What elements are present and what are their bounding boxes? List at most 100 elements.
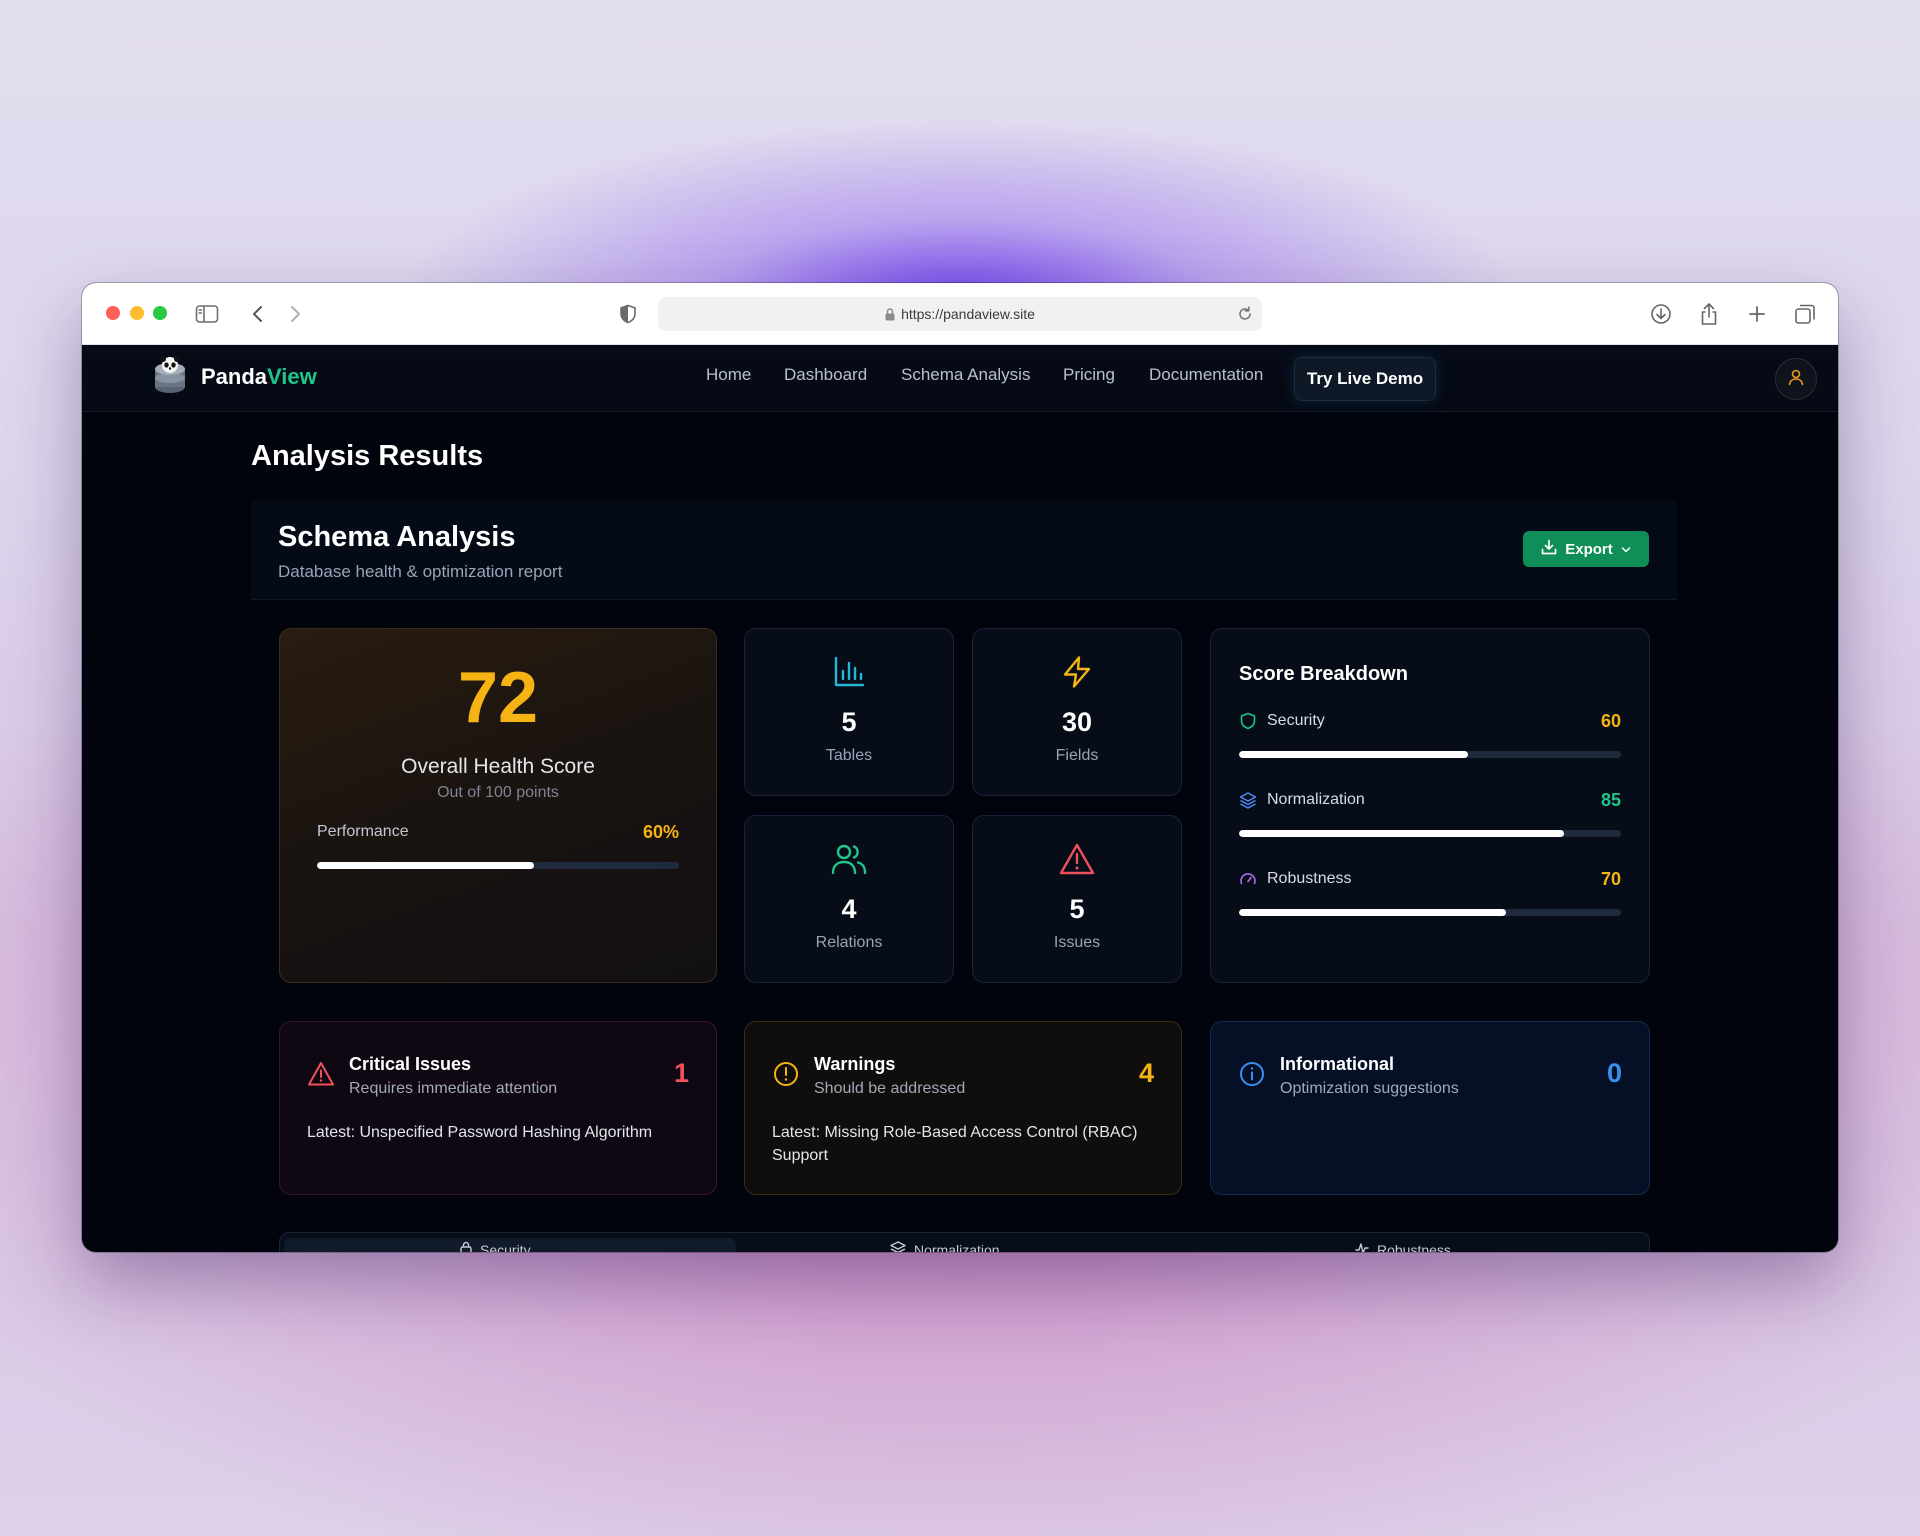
brand-name[interactable]: PandaView <box>201 364 317 390</box>
health-score-card: 72 Overall Health Score Out of 100 point… <box>279 628 717 983</box>
critical-issues-count: 1 <box>673 1058 689 1088</box>
warnings-latest-issue: Latest: Missing Role-Based Access Contro… <box>772 1124 1138 1164</box>
tab-security-label: Security <box>480 1241 531 1253</box>
fields-count: 30 <box>1061 707 1093 737</box>
stat-card-relations: 4 Relations <box>744 815 954 983</box>
tab-security[interactable]: Security <box>460 1241 531 1252</box>
normalization-score: 85 <box>1600 790 1621 810</box>
robustness-bar-fill <box>1239 909 1507 916</box>
normalization-label: Normalization <box>1267 791 1365 808</box>
page-title: Analysis Results <box>251 440 484 472</box>
normalization-bar <box>1239 830 1621 837</box>
downloads-icon[interactable] <box>1648 301 1674 327</box>
performance-bar <box>317 862 679 869</box>
warnings-card[interactable]: Warnings Should be addressed 4 Latest: M… <box>744 1021 1182 1195</box>
robustness-bar <box>1239 909 1621 916</box>
tables-label: Tables <box>825 747 873 764</box>
informational-subtitle: Optimization suggestions <box>1280 1080 1459 1097</box>
critical-issues-card[interactable]: Critical Issues Requires immediate atten… <box>279 1021 717 1195</box>
brand-part-view: View <box>267 364 317 389</box>
fields-label: Fields <box>1055 747 1099 764</box>
nav-link-schema-analysis[interactable]: Schema Analysis <box>901 365 1030 385</box>
schema-analysis-header: Schema Analysis Database health & optimi… <box>251 501 1677 600</box>
nav-link-pricing[interactable]: Pricing <box>1063 365 1115 385</box>
nav-link-dashboard[interactable]: Dashboard <box>784 365 867 385</box>
critical-latest-issue: Latest: Unspecified Password Hashing Alg… <box>307 1124 653 1141</box>
stat-card-issues: 5 Issues <box>972 815 1182 983</box>
lock-icon <box>885 299 895 333</box>
security-score: 60 <box>1600 711 1621 731</box>
layers-icon <box>890 1241 906 1252</box>
nav-link-home[interactable]: Home <box>706 365 751 385</box>
browser-window: https://pandaview.site PandaView Home Da… <box>82 283 1838 1252</box>
critical-issues-subtitle: Requires immediate attention <box>349 1080 558 1097</box>
chevron-down-icon <box>1621 541 1631 558</box>
privacy-shield-icon[interactable] <box>615 301 641 327</box>
informational-title: Informational <box>1280 1054 1395 1074</box>
sidebar-toggle-icon[interactable] <box>194 301 220 327</box>
lock-icon <box>460 1241 472 1252</box>
alert-circle-icon <box>772 1060 800 1088</box>
url-text: https://pandaview.site <box>658 297 1262 333</box>
brand-part-panda: Panda <box>201 364 268 389</box>
robustness-score: 70 <box>1600 869 1621 889</box>
score-breakdown-title: Score Breakdown <box>1239 663 1408 685</box>
user-icon <box>1787 368 1805 391</box>
info-circle-icon <box>1238 1060 1266 1088</box>
top-navbar: PandaView Home Dashboard Schema Analysis… <box>82 345 1838 412</box>
reload-icon[interactable] <box>1236 305 1254 328</box>
forward-arrow-icon[interactable] <box>282 301 308 327</box>
informational-count: 0 <box>1606 1058 1622 1088</box>
warnings-subtitle: Should be addressed <box>814 1080 966 1097</box>
schema-analysis-title: Schema Analysis <box>278 521 516 553</box>
tab-robustness[interactable]: Robustness <box>1355 1241 1451 1252</box>
browser-toolbar: https://pandaview.site <box>82 283 1838 345</box>
score-breakdown-card: Score Breakdown Security 60 Normalizatio… <box>1210 628 1650 983</box>
tab-robustness-label: Robustness <box>1377 1241 1451 1253</box>
tables-count: 5 <box>841 707 857 737</box>
nav-link-documentation[interactable]: Documentation <box>1149 365 1263 385</box>
normalization-bar-fill <box>1239 830 1564 837</box>
health-score-subtitle: Out of 100 points <box>437 784 559 801</box>
health-score-label: Overall Health Score <box>401 755 595 778</box>
issues-count: 5 <box>1069 894 1085 924</box>
user-account-button[interactable] <box>1775 358 1817 400</box>
tab-normalization[interactable]: Normalization <box>890 1241 1000 1252</box>
informational-card[interactable]: Informational Optimization suggestions 0 <box>1210 1021 1650 1195</box>
export-button[interactable]: Export <box>1523 531 1649 567</box>
alert-triangle-icon <box>307 1060 335 1088</box>
app-viewport: PandaView Home Dashboard Schema Analysis… <box>82 345 1838 1252</box>
security-bar <box>1239 751 1621 758</box>
performance-value: 60% <box>642 822 679 842</box>
shield-icon <box>1239 712 1257 730</box>
panda-database-logo-icon <box>152 355 188 395</box>
address-bar[interactable]: https://pandaview.site <box>658 297 1262 331</box>
layers-icon <box>1239 791 1257 809</box>
security-label: Security <box>1267 712 1325 729</box>
stat-card-fields: 30 Fields <box>972 628 1182 796</box>
download-icon <box>1541 539 1557 559</box>
relations-count: 4 <box>841 894 857 924</box>
export-label: Export <box>1565 540 1613 558</box>
tab-overview-icon[interactable] <box>1792 301 1818 327</box>
users-icon <box>745 842 953 876</box>
share-icon[interactable] <box>1696 301 1722 327</box>
bar-chart-icon <box>745 655 953 689</box>
analysis-tabs: Security Normalization Robustness <box>279 1232 1650 1252</box>
warning-triangle-icon <box>973 842 1181 876</box>
new-tab-plus-icon[interactable] <box>1744 301 1770 327</box>
relations-label: Relations <box>815 934 883 951</box>
try-live-demo-button[interactable]: Try Live Demo <box>1294 357 1436 401</box>
url-value: https://pandaview.site <box>901 306 1035 322</box>
warnings-title: Warnings <box>814 1054 896 1074</box>
close-window-button[interactable] <box>106 306 120 320</box>
robustness-label: Robustness <box>1267 870 1352 887</box>
minimize-window-button[interactable] <box>130 306 144 320</box>
activity-icon <box>1355 1241 1369 1252</box>
back-arrow-icon[interactable] <box>245 301 271 327</box>
issues-label: Issues <box>1053 934 1101 951</box>
stat-card-tables: 5 Tables <box>744 628 954 796</box>
health-score-value: 72 <box>457 658 539 738</box>
maximize-window-button[interactable] <box>153 306 167 320</box>
critical-issues-title: Critical Issues <box>349 1054 472 1074</box>
